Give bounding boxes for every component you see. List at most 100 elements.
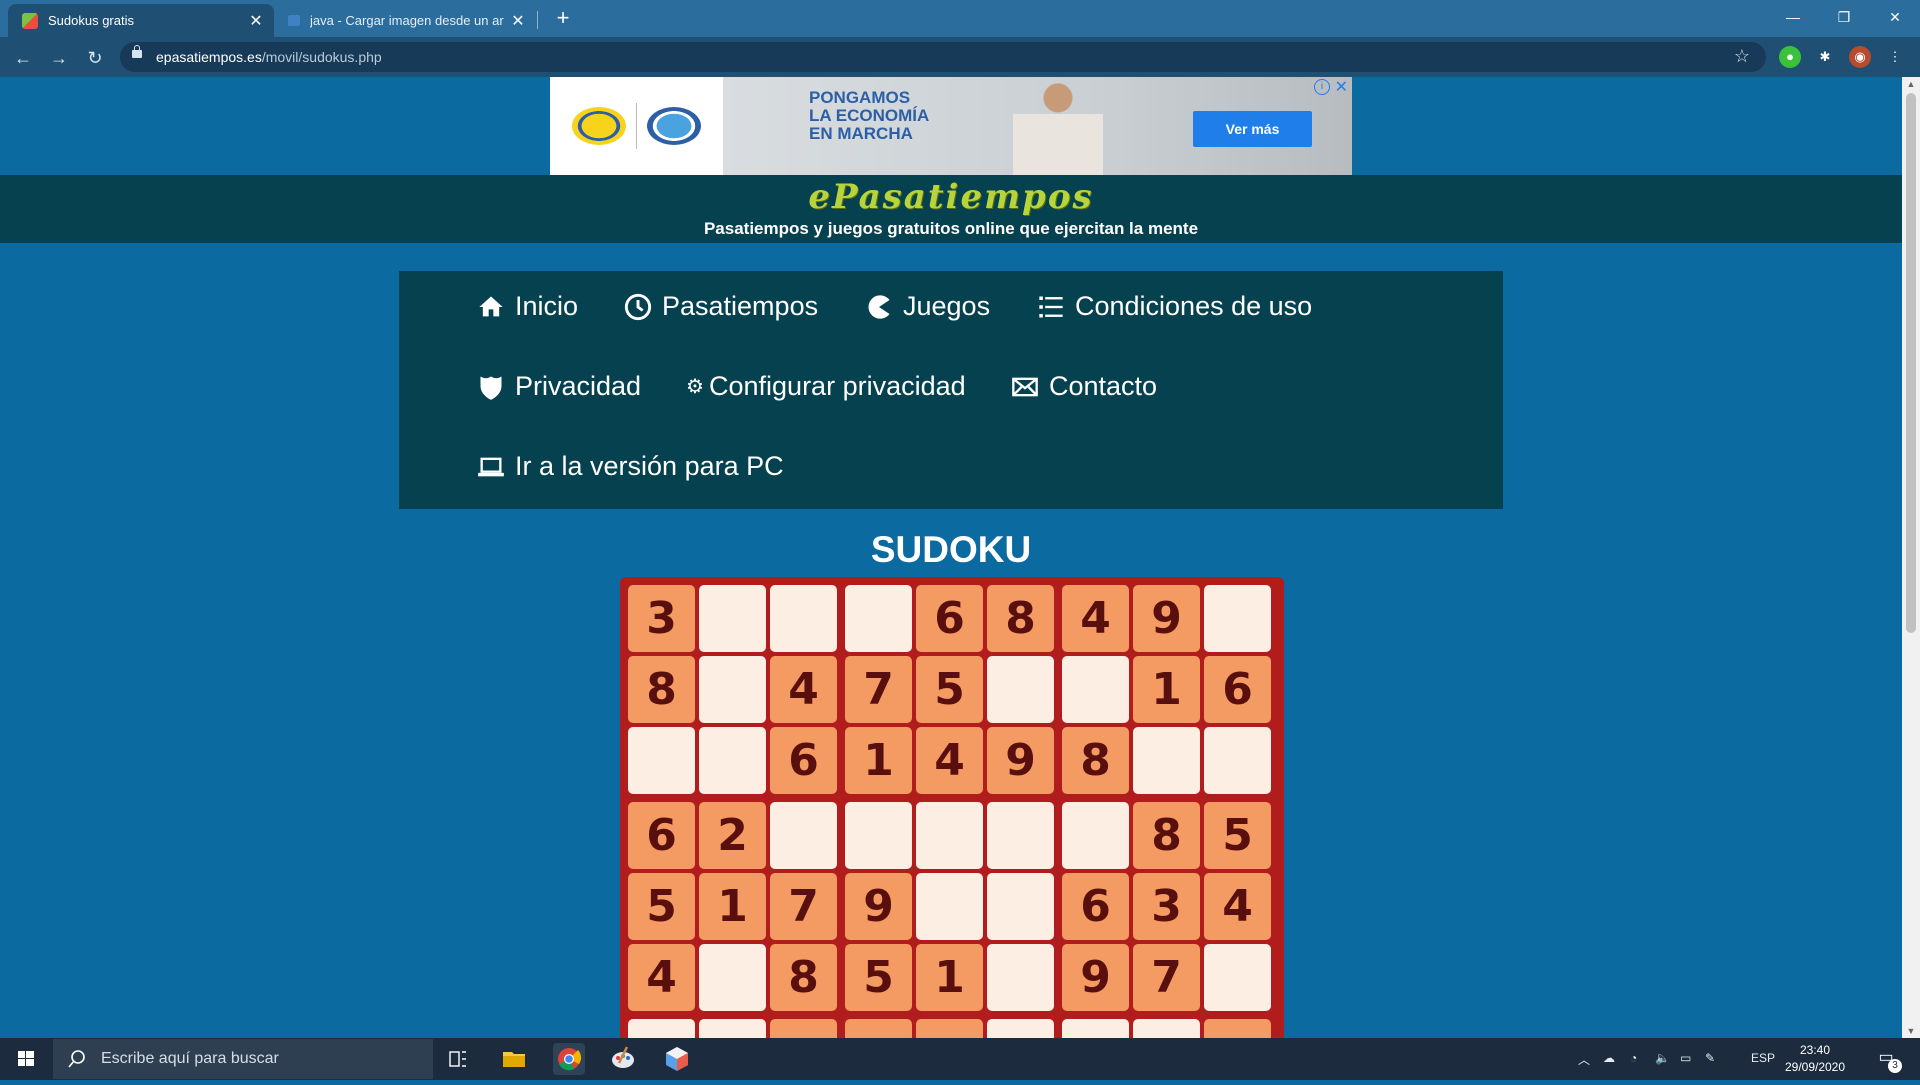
- taskbar-clock[interactable]: 23:40 29/09/2020: [1770, 1042, 1860, 1076]
- sudoku-cell[interactable]: [845, 1019, 912, 1038]
- onedrive-icon[interactable]: ☁: [1603, 1051, 1615, 1065]
- sudoku-cell[interactable]: [699, 1019, 766, 1038]
- sudoku-cell[interactable]: [699, 727, 766, 794]
- menu-item-configurar-privacidad[interactable]: ⚙ Configurar privacidad: [685, 371, 966, 402]
- taskbar-search-box[interactable]: Escribe aquí para buscar: [53, 1039, 433, 1079]
- tab-sudokus-gratis[interactable]: Sudokus gratis ✕: [8, 4, 274, 37]
- sudoku-cell[interactable]: 1: [1133, 656, 1200, 723]
- menu-item-version-pc[interactable]: Ir a la versión para PC: [477, 451, 784, 482]
- sudoku-cell[interactable]: 9: [845, 873, 912, 940]
- battery-icon[interactable]: ▭: [1680, 1051, 1691, 1065]
- sudoku-cell[interactable]: [916, 873, 983, 940]
- close-window-icon[interactable]: ✕: [1872, 0, 1918, 34]
- sudoku-cell[interactable]: 2: [699, 802, 766, 869]
- sudoku-cell[interactable]: 1: [916, 944, 983, 1011]
- extensions-puzzle-icon[interactable]: ✱: [1814, 46, 1836, 68]
- pen-icon[interactable]: ✎: [1705, 1051, 1715, 1065]
- sudoku-cell[interactable]: [916, 1019, 983, 1038]
- reload-icon[interactable]: ↻: [82, 45, 108, 71]
- chrome-icon[interactable]: [553, 1043, 585, 1075]
- sudoku-cell[interactable]: [987, 1019, 1054, 1038]
- sudoku-cell[interactable]: 9: [987, 727, 1054, 794]
- notifications-icon[interactable]: ▭ 3: [1874, 1047, 1902, 1073]
- sudoku-cell[interactable]: 3: [628, 585, 695, 652]
- sudoku-cell[interactable]: 7: [770, 873, 837, 940]
- sudoku-cell[interactable]: [987, 802, 1054, 869]
- sudoku-cell[interactable]: 8: [1133, 802, 1200, 869]
- sudoku-cell[interactable]: [770, 802, 837, 869]
- sudoku-cell[interactable]: 4: [770, 656, 837, 723]
- paint-icon[interactable]: [607, 1043, 639, 1075]
- file-explorer-icon[interactable]: [498, 1043, 530, 1075]
- sudoku-cell[interactable]: 6: [916, 585, 983, 652]
- forward-icon[interactable]: →: [46, 45, 72, 71]
- sudoku-cell[interactable]: 8: [1062, 727, 1129, 794]
- extension-green-icon[interactable]: ●: [1779, 46, 1801, 68]
- sudoku-cell[interactable]: 8: [770, 944, 837, 1011]
- wifi-icon[interactable]: ◔: [1630, 1051, 1637, 1065]
- sudoku-cell[interactable]: 8: [987, 585, 1054, 652]
- sudoku-cell[interactable]: [628, 1019, 695, 1038]
- volume-icon[interactable]: 🔈: [1655, 1051, 1670, 1065]
- address-bar[interactable]: epasatiempos.es/movil/sudokus.php ☆: [120, 42, 1766, 72]
- close-tab-icon[interactable]: ✕: [246, 11, 266, 31]
- sudoku-cell[interactable]: [1062, 802, 1129, 869]
- sudoku-cell[interactable]: [628, 727, 695, 794]
- sudoku-cell[interactable]: 1: [845, 727, 912, 794]
- sudoku-cell[interactable]: [1204, 585, 1271, 652]
- sudoku-cell[interactable]: [987, 944, 1054, 1011]
- task-view-icon[interactable]: [442, 1043, 474, 1075]
- sudoku-cell[interactable]: 6: [1062, 873, 1129, 940]
- scrollbar-thumb[interactable]: [1906, 93, 1916, 633]
- sudoku-cell[interactable]: 4: [628, 944, 695, 1011]
- restore-icon[interactable]: ❐: [1821, 0, 1867, 34]
- sudoku-cell[interactable]: 4: [1204, 873, 1271, 940]
- sudoku-cell[interactable]: [1204, 944, 1271, 1011]
- ad-cta-button[interactable]: Ver más: [1193, 111, 1312, 147]
- menu-item-pasatiempos[interactable]: Pasatiempos: [624, 291, 818, 322]
- sudoku-cell[interactable]: [916, 802, 983, 869]
- page-scrollbar[interactable]: ▲ ▼: [1902, 77, 1920, 1038]
- sudoku-cell[interactable]: 3: [1133, 873, 1200, 940]
- menu-item-condiciones[interactable]: Condiciones de uso: [1037, 291, 1312, 322]
- sudoku-cell[interactable]: [1133, 1019, 1200, 1038]
- menu-kebab-icon[interactable]: ⋮: [1884, 46, 1906, 68]
- sudoku-cell[interactable]: 8: [628, 656, 695, 723]
- menu-item-privacidad[interactable]: Privacidad: [477, 371, 641, 402]
- close-tab-icon[interactable]: ✕: [508, 11, 528, 31]
- sudoku-cell[interactable]: 4: [1062, 585, 1129, 652]
- sudoku-cell[interactable]: 7: [1133, 944, 1200, 1011]
- minimize-icon[interactable]: —: [1770, 0, 1816, 34]
- menu-item-contacto[interactable]: Contacto: [1011, 371, 1157, 402]
- ad-close-icon[interactable]: ✕: [1335, 77, 1348, 97]
- sudoku-cell[interactable]: [1062, 1019, 1129, 1038]
- sudoku-cell[interactable]: 5: [1204, 802, 1271, 869]
- sudoku-cell[interactable]: 4: [916, 727, 983, 794]
- back-icon[interactable]: ←: [10, 45, 36, 71]
- sudoku-cell[interactable]: [699, 656, 766, 723]
- ad-info-icon[interactable]: i: [1314, 79, 1330, 95]
- sudoku-cell[interactable]: 1: [699, 873, 766, 940]
- scroll-down-icon[interactable]: ▼: [1902, 1026, 1920, 1036]
- scroll-up-icon[interactable]: ▲: [1902, 79, 1920, 89]
- sudoku-cell[interactable]: 5: [916, 656, 983, 723]
- sudoku-cell[interactable]: 6: [1204, 656, 1271, 723]
- advertisement-banner[interactable]: PONGAMOS LA ECONOMÍA EN MARCHA Ver más i…: [550, 77, 1352, 175]
- sudoku-cell[interactable]: 5: [628, 873, 695, 940]
- sudoku-cell[interactable]: [770, 1019, 837, 1038]
- sudoku-cell[interactable]: 7: [845, 656, 912, 723]
- sudoku-cell[interactable]: 5: [845, 944, 912, 1011]
- menu-item-inicio[interactable]: Inicio: [477, 291, 578, 322]
- sudoku-cell[interactable]: 9: [1062, 944, 1129, 1011]
- sudoku-cell[interactable]: 6: [628, 802, 695, 869]
- sudoku-cell[interactable]: [699, 585, 766, 652]
- sudoku-cell[interactable]: [987, 656, 1054, 723]
- sudoku-cell[interactable]: 9: [1133, 585, 1200, 652]
- bookmark-star-icon[interactable]: ☆: [1734, 46, 1750, 67]
- sudoku-cell[interactable]: 6: [770, 727, 837, 794]
- sudoku-cell[interactable]: [987, 873, 1054, 940]
- new-tab-icon[interactable]: +: [550, 5, 576, 31]
- sudoku-cell[interactable]: [1062, 656, 1129, 723]
- profile-avatar-icon[interactable]: ◉: [1849, 46, 1871, 68]
- sudoku-cell[interactable]: [845, 802, 912, 869]
